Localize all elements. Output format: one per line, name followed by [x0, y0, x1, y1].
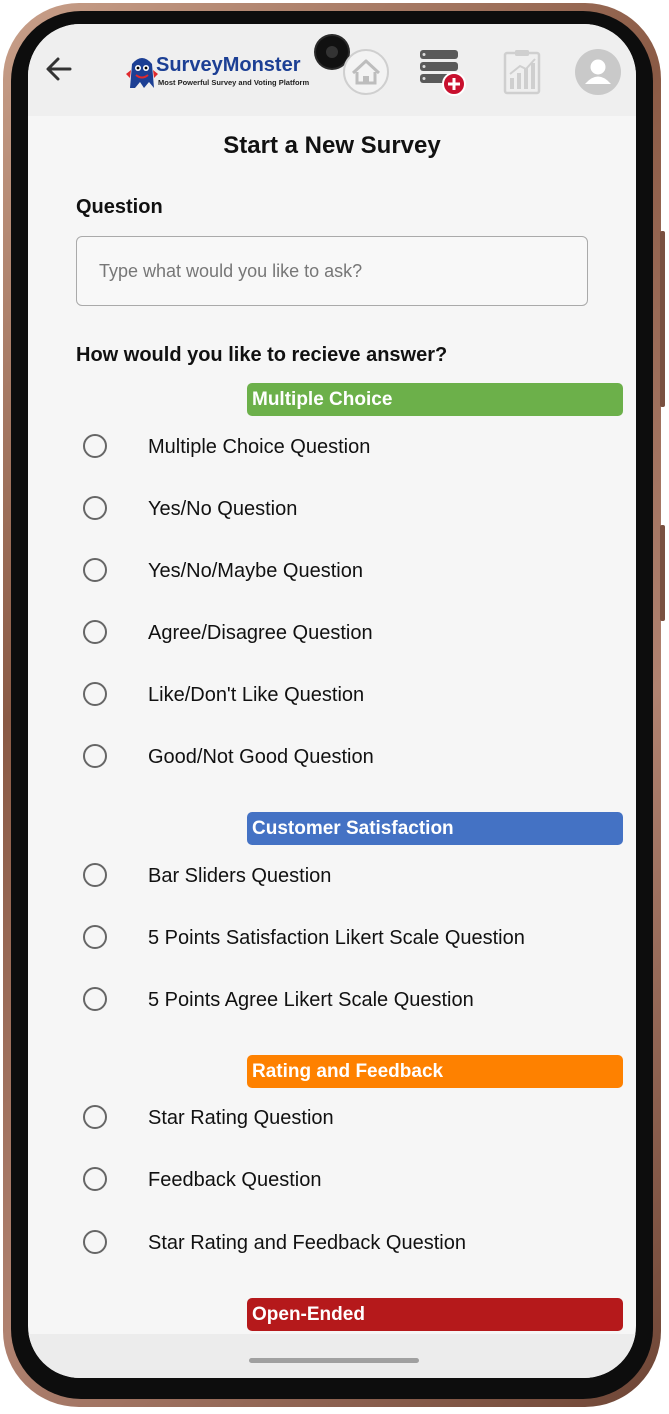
- option-label: Feedback Question: [148, 1169, 322, 1191]
- option-good-not-good-question[interactable]: Good/Not Good Question: [80, 738, 620, 778]
- add-survey-icon[interactable]: [418, 48, 466, 96]
- option-label: Bar Sliders Question: [148, 865, 332, 887]
- option-like-dont-like-question[interactable]: Like/Don't Like Question: [80, 676, 620, 716]
- option-label: Multiple Choice Question: [148, 436, 371, 458]
- page-title: Start a New Survey: [223, 132, 441, 159]
- option-label: Yes/No/Maybe Question: [148, 560, 363, 582]
- app-screen: SurveyMonster Most Powerful Survey and V…: [28, 24, 636, 1378]
- top-bar: SurveyMonster Most Powerful Survey and V…: [28, 24, 636, 116]
- power-button: [660, 525, 665, 621]
- back-arrow-icon[interactable]: [44, 54, 74, 84]
- radio-button[interactable]: [83, 1105, 107, 1129]
- option-satisfaction-likert-question[interactable]: 5 Points Satisfaction Likert Scale Quest…: [80, 919, 620, 959]
- option-label: Good/Not Good Question: [148, 746, 374, 768]
- option-bar-sliders-question[interactable]: Bar Sliders Question: [80, 857, 620, 897]
- radio-button[interactable]: [83, 496, 107, 520]
- option-star-rating-question[interactable]: Star Rating Question: [80, 1099, 620, 1139]
- radio-button[interactable]: [83, 863, 107, 887]
- category-multiple-choice: Multiple Choice: [247, 383, 623, 416]
- home-indicator[interactable]: [249, 1358, 419, 1363]
- option-feedback-question[interactable]: Feedback Question: [80, 1161, 620, 1201]
- logo-tagline: Most Powerful Survey and Voting Platform: [158, 78, 310, 87]
- radio-button[interactable]: [83, 620, 107, 644]
- option-label: 5 Points Satisfaction Likert Scale Quest…: [148, 927, 525, 949]
- option-agree-disagree-question[interactable]: Agree/Disagree Question: [80, 614, 620, 654]
- category-open-ended: Open-Ended: [247, 1298, 623, 1331]
- answer-type-prompt: How would you like to recieve answer?: [76, 344, 448, 366]
- question-input[interactable]: [76, 236, 588, 306]
- radio-button[interactable]: [83, 925, 107, 949]
- option-yes-no-question[interactable]: Yes/No Question: [80, 490, 620, 530]
- radio-button[interactable]: [83, 744, 107, 768]
- monster-mascot-icon: [126, 58, 158, 88]
- radio-button[interactable]: [83, 434, 107, 458]
- category-customer-satisfaction: Customer Satisfaction: [247, 812, 623, 845]
- option-label: Star Rating Question: [148, 1107, 334, 1129]
- volume-button: [660, 231, 665, 407]
- question-label: Question: [76, 196, 163, 218]
- option-label: 5 Points Agree Likert Scale Question: [148, 989, 474, 1011]
- user-avatar-icon[interactable]: [574, 48, 622, 96]
- option-yes-no-maybe-question[interactable]: Yes/No/Maybe Question: [80, 552, 620, 592]
- option-label: Yes/No Question: [148, 498, 298, 520]
- app-logo[interactable]: SurveyMonster Most Powerful Survey and V…: [126, 54, 316, 94]
- radio-button[interactable]: [83, 682, 107, 706]
- radio-button[interactable]: [83, 1230, 107, 1254]
- option-label: Star Rating and Feedback Question: [148, 1232, 466, 1254]
- category-rating-and-feedback: Rating and Feedback: [247, 1055, 623, 1088]
- radio-button[interactable]: [83, 1167, 107, 1191]
- option-label: Agree/Disagree Question: [148, 622, 373, 644]
- option-multiple-choice-question[interactable]: Multiple Choice Question: [80, 428, 620, 468]
- gesture-bar: [28, 1334, 636, 1378]
- option-label: Like/Don't Like Question: [148, 684, 365, 706]
- radio-button[interactable]: [83, 558, 107, 582]
- reports-icon[interactable]: [498, 48, 546, 96]
- option-agree-likert-question[interactable]: 5 Points Agree Likert Scale Question: [80, 981, 620, 1021]
- option-star-rating-and-feedback-question[interactable]: Star Rating and Feedback Question: [80, 1224, 620, 1264]
- home-icon[interactable]: [342, 48, 390, 96]
- radio-button[interactable]: [83, 987, 107, 1011]
- logo-name: SurveyMonster: [156, 54, 301, 76]
